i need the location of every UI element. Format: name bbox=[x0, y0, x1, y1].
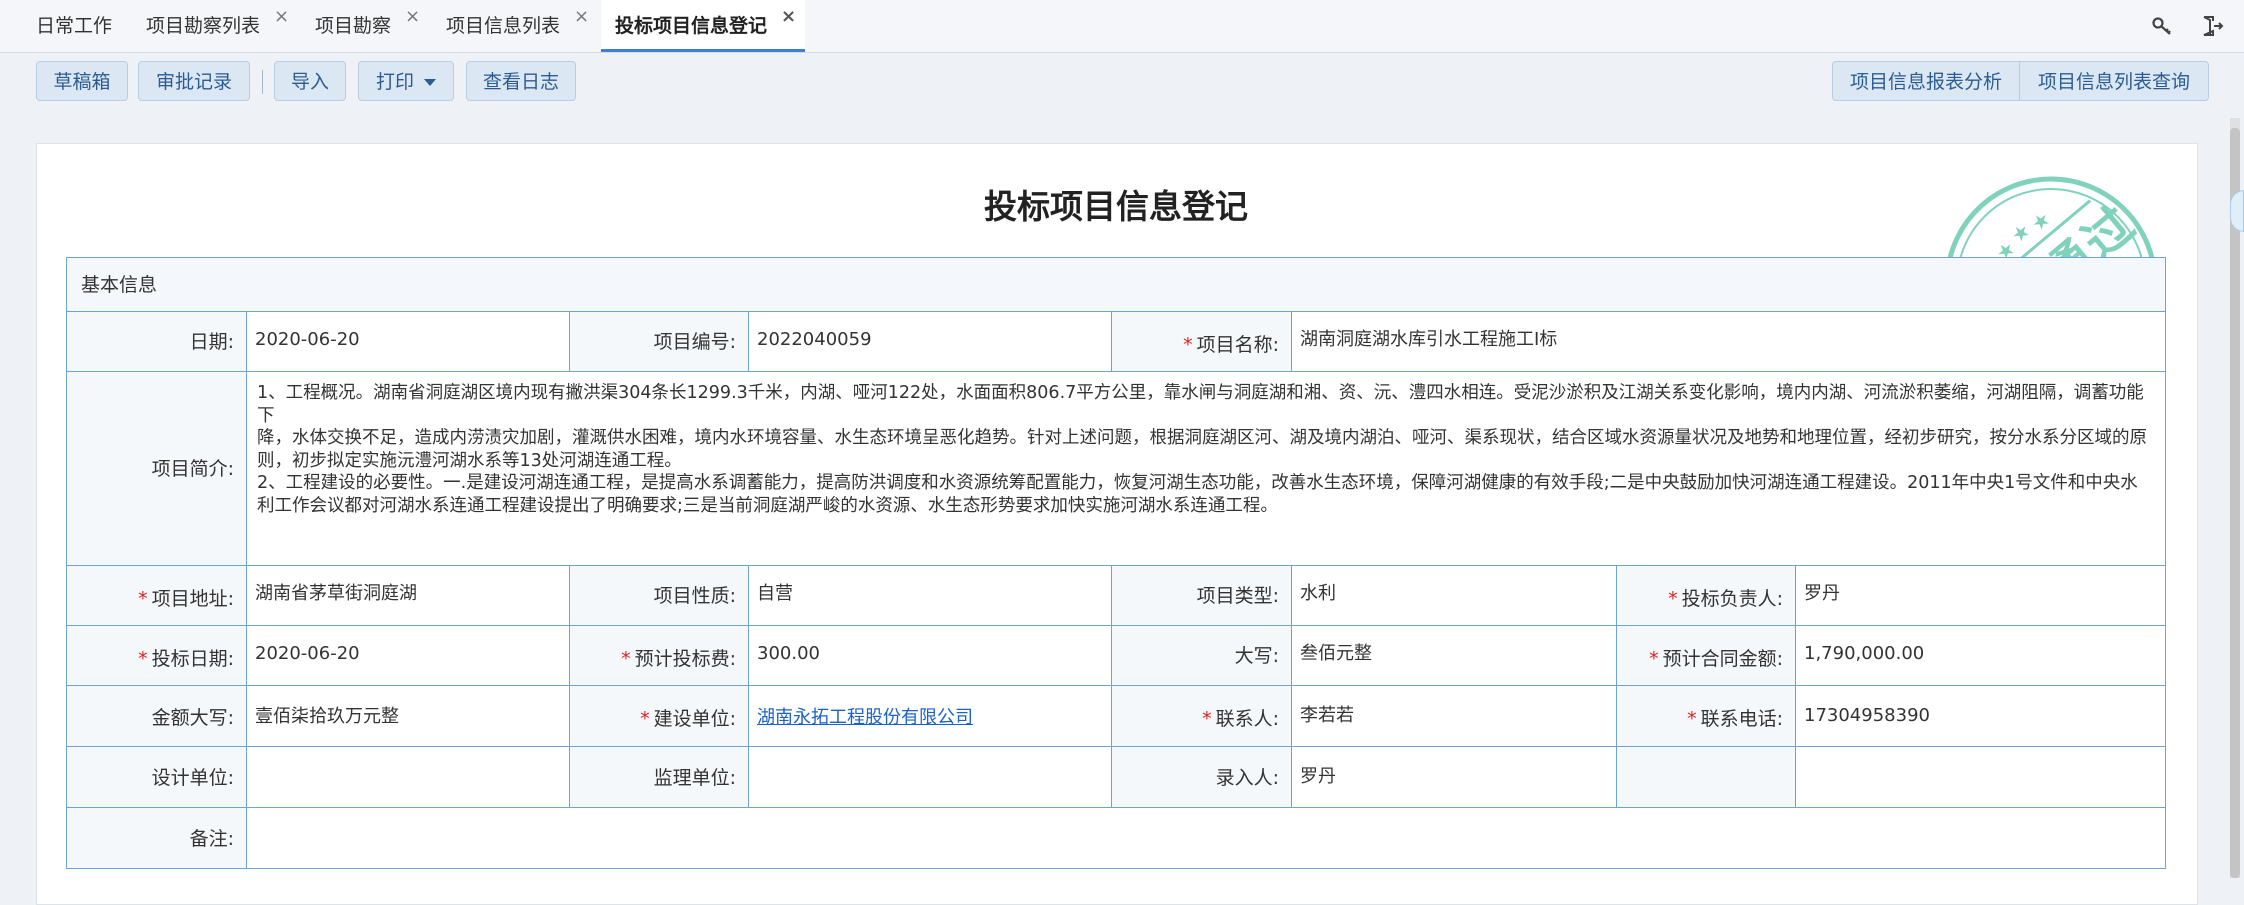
est-fee-field[interactable]: 300.00 bbox=[748, 625, 1112, 686]
close-icon[interactable]: × bbox=[405, 8, 420, 26]
contact-field[interactable]: 李若若 bbox=[1291, 685, 1617, 747]
label-design: 设计单位: bbox=[66, 746, 247, 808]
bid-leader-field[interactable]: 罗丹 bbox=[1795, 565, 2166, 626]
close-icon[interactable]: × bbox=[274, 8, 289, 26]
tab-label: 投标项目信息登记 bbox=[615, 15, 768, 37]
toolbar-divider bbox=[262, 70, 263, 94]
tab-daily-work[interactable]: 日常工作 bbox=[36, 0, 112, 52]
nature-field[interactable]: 自营 bbox=[748, 565, 1112, 626]
vertical-scrollbar[interactable] bbox=[2230, 118, 2240, 878]
approval-log-button[interactable]: 审批记录 bbox=[138, 61, 250, 101]
label-type: 项目类型: bbox=[1111, 565, 1292, 626]
label-contact: * 联系人: bbox=[1111, 685, 1292, 747]
label-est-fee: * 预计投标费: bbox=[569, 625, 749, 686]
type-field[interactable]: 水利 bbox=[1291, 565, 1617, 626]
tab-survey-list[interactable]: 项目勘察列表 × bbox=[146, 0, 289, 52]
print-label: 打印 bbox=[376, 71, 415, 93]
project-no-field[interactable]: 2022040059 bbox=[748, 311, 1112, 372]
remark-field[interactable] bbox=[246, 807, 2166, 869]
est-contract-field[interactable]: 1,790,000.00 bbox=[1795, 625, 2166, 686]
tab-label: 项目勘察 bbox=[315, 15, 392, 37]
tab-survey[interactable]: 项目勘察 × bbox=[315, 0, 420, 52]
project-name-field[interactable]: 湖南洞庭湖水库引水工程施工I标 bbox=[1291, 311, 2166, 372]
label-project-name: * 项目名称: bbox=[1111, 311, 1292, 372]
toolbar: 草稿箱 审批记录 导入 打印 查看日志 项目信息报表分析 项目信息列表查询 bbox=[0, 53, 2244, 113]
bid-date-field[interactable]: 2020-06-20 bbox=[246, 625, 570, 686]
label-bid-leader: * 投标负责人: bbox=[1616, 565, 1796, 626]
label-builder: * 建设单位: bbox=[569, 685, 749, 747]
drafts-button[interactable]: 草稿箱 bbox=[36, 61, 128, 101]
report-analysis-button[interactable]: 项目信息报表分析 bbox=[1832, 61, 2020, 101]
date-field[interactable]: 2020-06-20 bbox=[246, 311, 570, 372]
label-amount-capital: 金额大写: bbox=[66, 685, 247, 747]
label-nature: 项目性质: bbox=[569, 565, 749, 626]
label-project-no: 项目编号: bbox=[569, 311, 749, 372]
scrollbar-thumb[interactable] bbox=[2230, 128, 2240, 878]
capital-field[interactable]: 叁佰元整 bbox=[1291, 625, 1617, 686]
section-basic-info: 基本信息 bbox=[66, 257, 2166, 312]
label-intro: 项目简介: bbox=[66, 371, 247, 566]
tab-label: 项目信息列表 bbox=[446, 15, 561, 37]
empty-field bbox=[1795, 746, 2166, 808]
logout-icon[interactable] bbox=[2200, 14, 2224, 38]
label-supervise: 监理单位: bbox=[569, 746, 749, 808]
label-entry: 录入人: bbox=[1111, 746, 1292, 808]
tab-label: 项目勘察列表 bbox=[146, 15, 261, 37]
label-phone: * 联系电话: bbox=[1616, 685, 1796, 747]
amount-capital-field[interactable]: 壹佰柒拾玖万元整 bbox=[246, 685, 570, 747]
label-capital: 大写: bbox=[1111, 625, 1292, 686]
side-handle[interactable] bbox=[2230, 190, 2244, 232]
tab-bid-registration[interactable]: 投标项目信息登记 × bbox=[601, 0, 805, 52]
label-remark: 备注: bbox=[66, 807, 247, 869]
builder-link[interactable]: 湖南永拓工程股份有限公司 bbox=[757, 707, 973, 728]
label-empty bbox=[1616, 746, 1796, 808]
tab-label: 日常工作 bbox=[36, 15, 113, 37]
close-icon[interactable]: × bbox=[574, 8, 589, 26]
page-title: 投标项目信息登记 bbox=[984, 187, 1248, 226]
view-log-button[interactable]: 查看日志 bbox=[466, 61, 576, 101]
label-bid-date: * 投标日期: bbox=[66, 625, 247, 686]
builder-field[interactable]: 湖南永拓工程股份有限公司 bbox=[748, 685, 1112, 747]
entry-field[interactable]: 罗丹 bbox=[1291, 746, 1617, 808]
import-button[interactable]: 导入 bbox=[274, 61, 346, 101]
print-button[interactable]: 打印 bbox=[358, 61, 454, 101]
list-query-button[interactable]: 项目信息列表查询 bbox=[2019, 61, 2209, 101]
caret-down-icon bbox=[424, 79, 436, 86]
label-est-contract: * 预计合同金额: bbox=[1616, 625, 1796, 686]
supervise-field[interactable] bbox=[748, 746, 1112, 808]
intro-field[interactable]: 1、工程概况。湖南省洞庭湖区境内现有撇洪渠304条长1299.3千米，内湖、哑河… bbox=[246, 371, 2166, 566]
label-date: 日期: bbox=[66, 311, 247, 372]
key-icon[interactable] bbox=[2150, 14, 2174, 38]
phone-field[interactable]: 17304958390 bbox=[1795, 685, 2166, 747]
label-address: * 项目地址: bbox=[66, 565, 247, 626]
close-icon[interactable]: × bbox=[781, 8, 796, 26]
design-field[interactable] bbox=[246, 746, 570, 808]
tab-project-info-list[interactable]: 项目信息列表 × bbox=[446, 0, 589, 52]
address-field[interactable]: 湖南省茅草街洞庭湖 bbox=[246, 565, 570, 626]
tab-bar: 日常工作 项目勘察列表 × 项目勘察 × 项目信息列表 × 投标项目信息登记 × bbox=[0, 0, 2244, 53]
